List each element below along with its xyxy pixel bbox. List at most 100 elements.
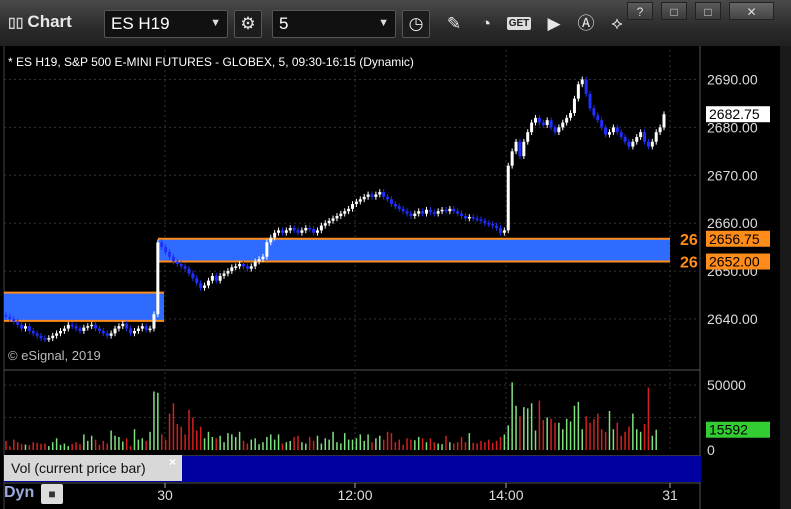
candle [82,327,86,331]
candle [117,326,121,329]
candle [596,115,600,121]
candle [530,122,534,133]
candle [522,141,526,157]
candle [428,209,432,213]
dyn-button[interactable]: Dyn [4,484,34,502]
candle [27,326,31,331]
candle [335,216,339,219]
zone-band [158,238,670,262]
candle [296,230,300,233]
candle [323,223,327,226]
candle [230,267,234,272]
candle [31,330,35,334]
candle [156,242,160,315]
get-icon[interactable]: GET [505,10,533,38]
candle [417,211,421,214]
lock-icon[interactable]: ■ [41,484,63,504]
candle [175,261,179,264]
price-chart[interactable]: * ES H19, S&P 500 E-MINI FUTURES - GLOBE… [0,46,791,509]
candle [553,127,557,133]
candle [292,227,296,231]
candle [456,211,460,214]
candle [635,136,639,142]
candle [347,208,351,212]
get-label: GET [506,17,532,30]
candle [518,141,522,157]
candle [171,256,175,262]
candle [463,216,467,219]
study-icon[interactable]: ◔ [472,10,500,38]
candle [588,93,592,109]
candle [129,328,133,334]
candle [409,213,413,217]
candle [565,117,569,123]
candle [277,230,281,233]
chevron-down-icon[interactable]: ▼ [210,17,221,29]
candle [249,266,253,269]
candle [549,120,553,128]
volume-legend-label[interactable]: Vol (current price bar) [4,455,182,481]
close-button[interactable]: ✕ [729,2,774,20]
candle [436,211,440,214]
candle [569,113,573,118]
candle [257,259,261,262]
candle [319,225,323,231]
interval-combo[interactable]: 5 ▼ [272,10,396,38]
candle [604,127,608,135]
candle [658,127,662,133]
candle [510,151,514,166]
candle [557,127,561,133]
volume-last-label: 15592 [709,422,748,438]
chevron-down-icon[interactable]: ▼ [378,17,389,29]
candle [654,132,658,142]
candle [86,326,90,328]
candle [514,141,518,152]
candle [370,194,374,197]
candle [424,209,428,214]
candle [226,271,230,274]
gear-icon[interactable]: ⚙ [234,10,262,38]
candle [643,132,647,142]
app-title: ▯▯ Chart [8,12,72,31]
candle [440,209,444,212]
candle [366,194,370,197]
candle [421,211,425,214]
candle [160,242,164,248]
candle [331,218,335,221]
alert-icon[interactable]: Ⓐ [572,10,600,38]
candle [253,261,257,267]
candle [362,196,366,200]
candle [265,242,269,257]
title-bar: ▯▯ Chart ES H19 ▼ ⚙ 5 ▼ ◷ ✎ ◔ GET ▶ Ⓐ ⟡ ?… [0,0,791,47]
level-prefix-label: 26 [680,255,698,272]
candle [580,79,584,85]
candle [66,324,70,329]
candle [164,247,168,252]
window-edge [780,46,791,509]
restore-button[interactable]: □ [661,2,687,20]
legend-close-icon[interactable]: × [169,455,176,469]
candle [140,326,144,329]
symbol-combo[interactable]: ES H19 ▼ [104,10,228,38]
candle [269,237,273,243]
candle [378,192,382,195]
candle [495,225,499,228]
candle [502,230,506,233]
candle [545,120,549,126]
candle [452,208,456,212]
candle [12,319,16,322]
candle [168,251,172,257]
candle [389,199,393,205]
candle [397,206,401,209]
play-icon[interactable]: ▶ [540,10,568,38]
clock-icon[interactable]: ◷ [402,10,430,38]
candle [179,263,183,267]
maximize-button[interactable]: □ [695,2,721,20]
pencil-icon[interactable]: ✎ [440,10,468,38]
help-button[interactable]: ? [627,2,653,20]
candle [561,122,565,128]
candle [498,227,502,233]
candle [374,194,378,197]
level-prefix-label: 26 [680,232,698,249]
candle [315,230,319,233]
